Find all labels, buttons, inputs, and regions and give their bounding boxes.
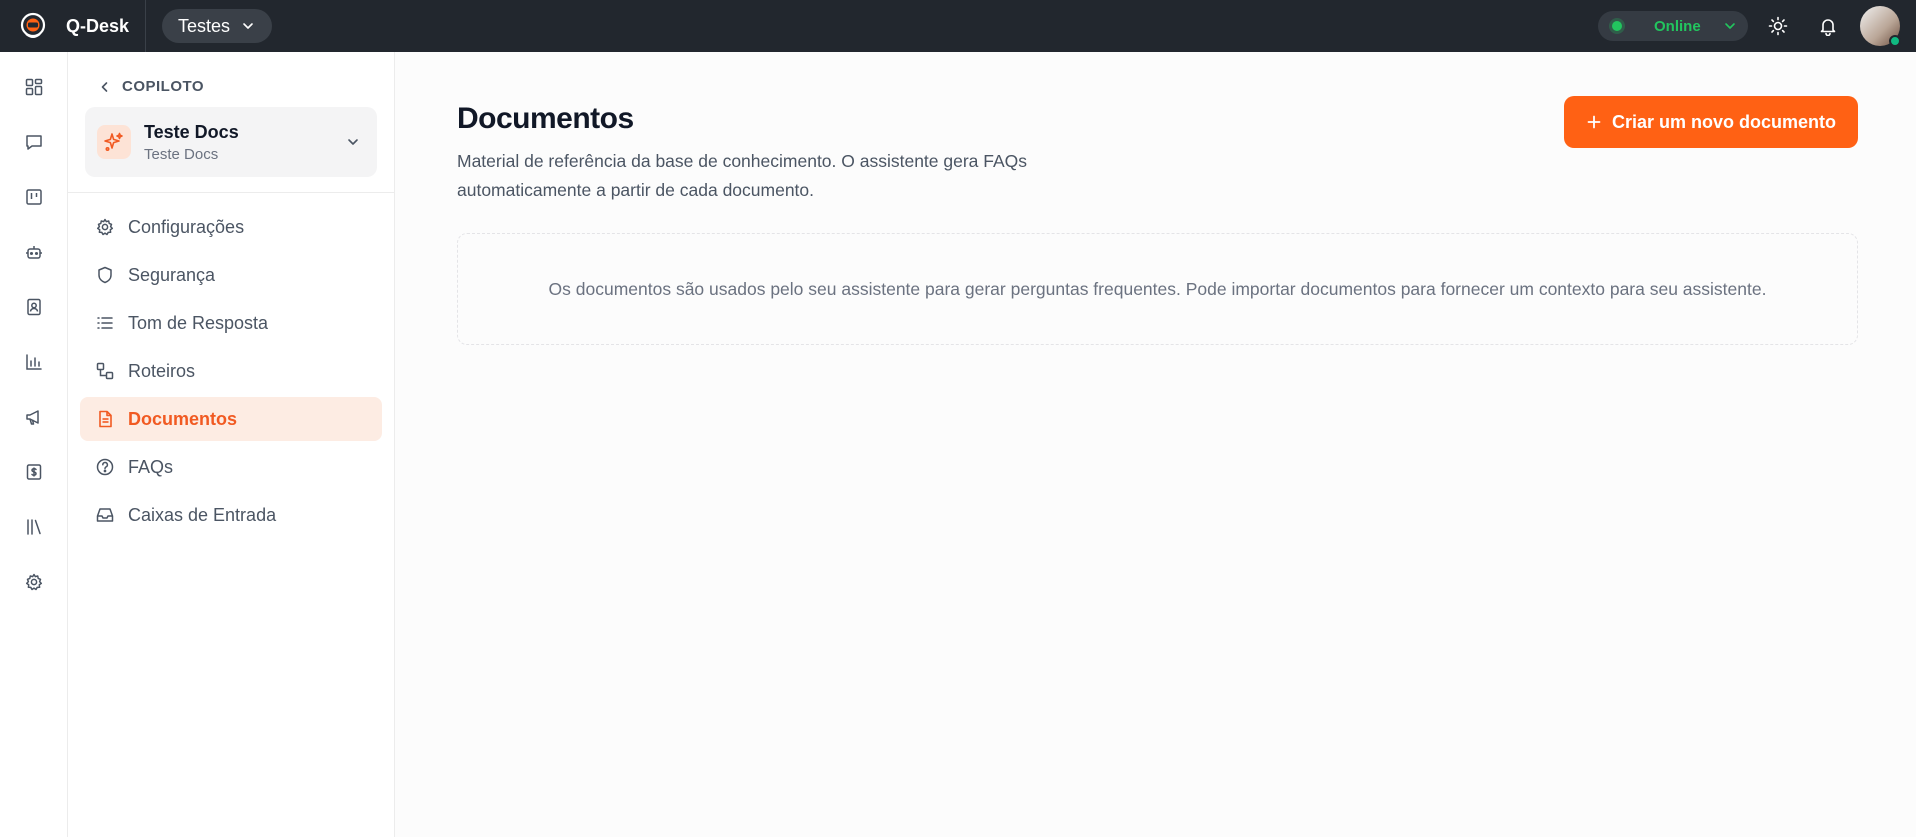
document-icon	[94, 408, 116, 430]
page-title: Documentos	[457, 102, 634, 135]
main-content: Documentos Material de referência da bas…	[396, 52, 1916, 837]
user-menu-button[interactable]	[1860, 6, 1901, 47]
top-right-controls: Online	[1598, 6, 1901, 47]
assistant-selector[interactable]: Teste Docs Teste Docs	[85, 107, 377, 177]
help-circle-icon	[94, 456, 116, 478]
sidebar-divider	[68, 192, 395, 193]
sidebar-item-faqs[interactable]: FAQs	[80, 445, 382, 489]
back-label: COPILOTO	[122, 78, 205, 95]
rail-bot-icon[interactable]	[22, 240, 46, 264]
rail-gear-icon[interactable]	[22, 570, 46, 594]
rail-chart-icon[interactable]	[22, 350, 46, 374]
sidebar-item-label: Configurações	[128, 216, 245, 237]
sidebar-item-roteiros[interactable]: Roteiros	[80, 349, 382, 393]
sidebar-item-tom-de-resposta[interactable]: Tom de Resposta	[80, 301, 382, 345]
back-to-copilot-link[interactable]: COPILOTO	[98, 78, 204, 95]
sun-icon	[1768, 16, 1788, 36]
app-logo-icon[interactable]	[16, 9, 50, 43]
rail-dashboard-icon[interactable]	[22, 75, 46, 99]
rail-library-icon[interactable]	[22, 515, 46, 539]
assistant-name: Teste Docs	[144, 121, 239, 142]
assistant-subtitle: Teste Docs	[144, 145, 219, 163]
create-document-label: Criar um novo documento	[1611, 111, 1836, 132]
sidebar-item-label: Caixas de Entrada	[128, 504, 277, 525]
list-icon	[94, 312, 116, 334]
workspace-label: Testes	[178, 15, 231, 36]
sidebar-item-seguranca[interactable]: Segurança	[80, 253, 382, 297]
theme-toggle-button[interactable]	[1758, 6, 1798, 46]
primary-nav-rail	[0, 52, 68, 837]
chevron-down-icon	[1722, 18, 1738, 34]
empty-state: Os documentos são usados pelo seu assist…	[457, 233, 1858, 345]
sidebar-item-label: FAQs	[128, 456, 174, 477]
plus-icon	[1586, 114, 1602, 130]
sidebar-item-label: Tom de Resposta	[128, 312, 269, 333]
rail-megaphone-icon[interactable]	[22, 405, 46, 429]
sidebar-item-documentos[interactable]: Documentos	[80, 397, 382, 441]
app-name: Q-Desk	[66, 15, 130, 36]
chevron-down-icon	[240, 18, 256, 34]
top-divider	[145, 0, 147, 52]
bell-icon	[1818, 16, 1838, 36]
notifications-button[interactable]	[1808, 6, 1848, 46]
chevron-down-icon	[345, 134, 361, 150]
chevron-left-icon	[98, 80, 112, 94]
sparkles-icon	[97, 125, 131, 159]
page-description: Material de referência da base de conhec…	[457, 151, 1028, 200]
rail-dollar-icon[interactable]	[22, 460, 46, 484]
copilot-sidebar: COPILOTO Teste Docs Teste Docs Configura…	[68, 52, 395, 837]
sidebar-item-configuracoes[interactable]: Configurações	[80, 205, 382, 249]
workspace-selector[interactable]: Testes	[162, 9, 273, 43]
online-badge	[1889, 35, 1901, 47]
shield-icon	[94, 264, 116, 286]
inbox-icon	[94, 504, 116, 526]
sidebar-item-caixas-de-entrada[interactable]: Caixas de Entrada	[80, 493, 382, 537]
top-bar: Q-Desk Testes Online	[0, 0, 1916, 52]
rail-chat-icon[interactable]	[22, 130, 46, 154]
create-document-button[interactable]: Criar um novo documento	[1564, 96, 1858, 148]
gear-icon	[94, 216, 116, 238]
rail-contacts-icon[interactable]	[22, 295, 46, 319]
rail-kanban-icon[interactable]	[22, 185, 46, 209]
sidebar-item-label: Roteiros	[128, 360, 196, 381]
status-selector[interactable]: Online	[1598, 11, 1748, 41]
status-dot	[1612, 21, 1622, 31]
empty-state-message: Os documentos são usados pelo seu assist…	[548, 278, 1767, 299]
workflow-icon	[94, 360, 116, 382]
sidebar-item-label: Documentos	[128, 408, 238, 429]
sidebar-item-label: Segurança	[128, 264, 216, 285]
status-label: Online	[1654, 17, 1701, 35]
